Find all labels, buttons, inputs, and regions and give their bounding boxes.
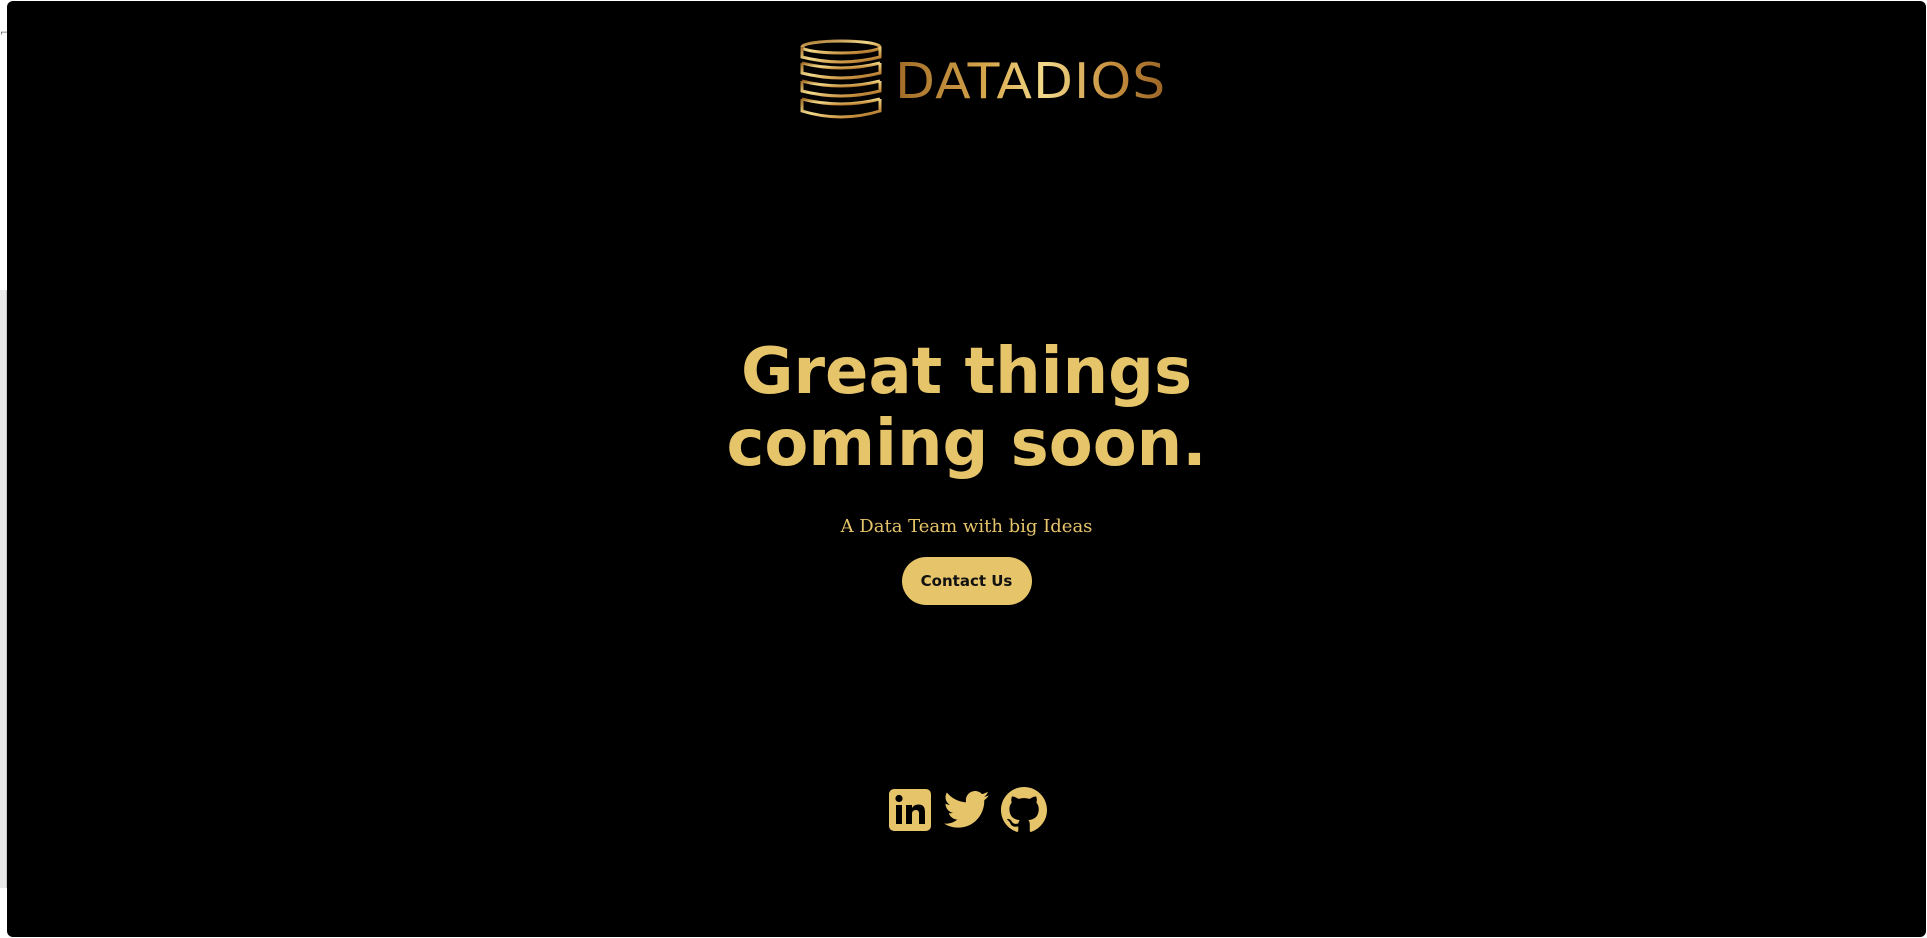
headline: Great things coming soon. — [726, 335, 1207, 481]
social-links — [7, 786, 1926, 833]
window-edge — [0, 290, 7, 888]
corner-mark: ⌐ — [0, 28, 9, 39]
linkedin-icon — [888, 788, 931, 831]
twitter-link[interactable] — [943, 786, 990, 833]
brand-logo[interactable]: DATADIOS — [799, 39, 1166, 125]
github-link[interactable] — [1000, 786, 1047, 833]
linkedin-link[interactable] — [886, 786, 933, 833]
github-icon — [1000, 786, 1047, 832]
twitter-icon — [943, 790, 989, 828]
tagline: A Data Team with big Ideas — [840, 516, 1093, 537]
hero-section: Great things coming soon. A Data Team wi… — [7, 336, 1926, 605]
database-stack-icon — [800, 39, 882, 119]
page: DATADIOS Great things coming soon. A Dat… — [7, 1, 1926, 937]
brand-name: DATADIOS — [895, 53, 1167, 111]
contact-us-button[interactable]: Contact Us — [901, 557, 1032, 605]
